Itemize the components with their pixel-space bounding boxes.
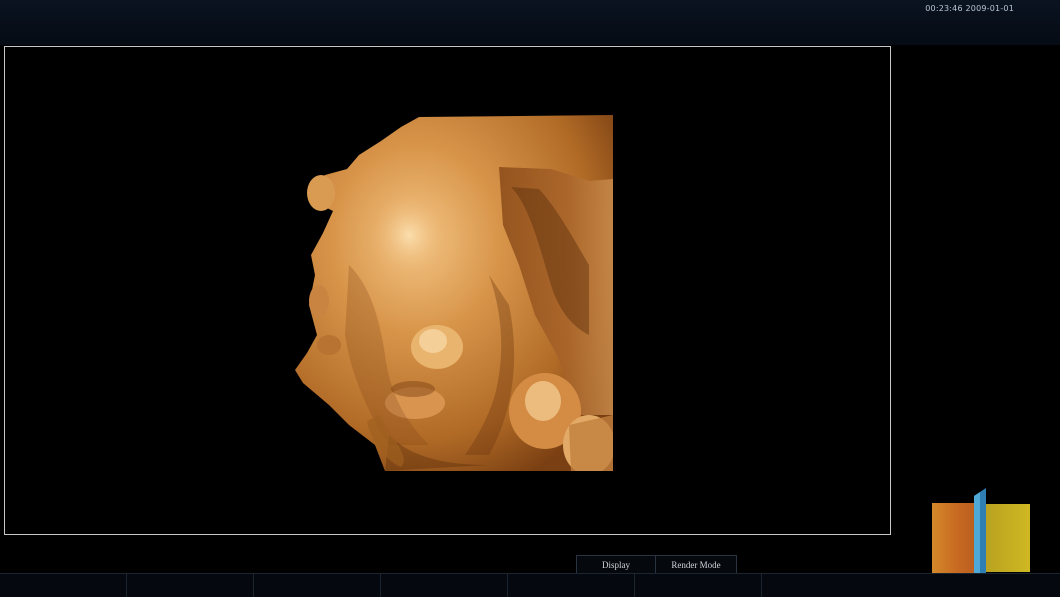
tab-render-mode[interactable]: Render Mode xyxy=(655,555,737,574)
fetal-face-3d-render xyxy=(295,115,613,471)
softkey-slot-6[interactable] xyxy=(635,574,762,597)
softkey-slot-5[interactable] xyxy=(508,574,635,597)
render-viewport[interactable] xyxy=(4,46,891,535)
softkey-slot-4[interactable] xyxy=(381,574,508,597)
softkey-bar xyxy=(0,573,1060,597)
softkey-slot-2[interactable] xyxy=(127,574,254,597)
date-time-readout: 00:23:46 2009-01-01 xyxy=(925,4,1014,13)
top-status-bar: 00:23:46 2009-01-01 xyxy=(0,0,1060,45)
softkey-slot-3[interactable] xyxy=(254,574,381,597)
function-tabs: Display Render Mode xyxy=(576,555,737,574)
tab-display[interactable]: Display xyxy=(576,555,655,574)
softkey-slot-1[interactable] xyxy=(0,574,127,597)
